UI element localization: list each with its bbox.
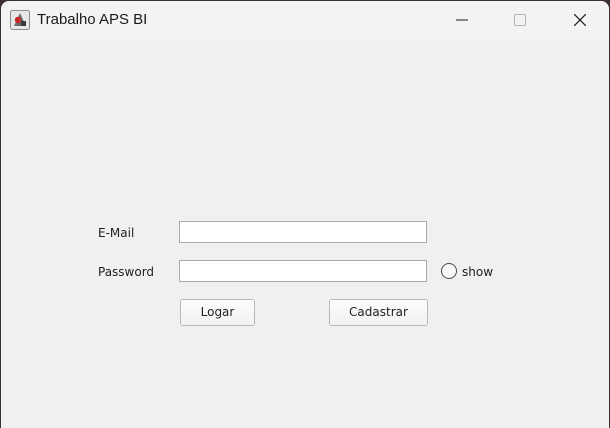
email-field[interactable] <box>179 221 427 243</box>
show-password-label[interactable]: show <box>462 265 493 279</box>
maximize-icon <box>514 14 526 26</box>
password-label: Password <box>98 265 155 279</box>
title-bar[interactable]: Trabalho APS BI <box>1 1 609 39</box>
window-title: Trabalho APS BI <box>37 11 148 28</box>
login-button[interactable]: Logar <box>180 299 255 326</box>
password-field[interactable] <box>179 260 427 282</box>
minimize-button[interactable] <box>433 1 491 39</box>
show-password-radio[interactable] <box>441 263 457 279</box>
register-button[interactable]: Cadastrar <box>329 299 428 326</box>
close-button[interactable] <box>551 1 609 39</box>
login-panel: E-Mail Password show Logar Cadastrar <box>1 39 609 428</box>
email-label: E-Mail <box>98 226 135 240</box>
minimize-icon <box>456 19 468 21</box>
close-icon <box>574 14 586 26</box>
java-app-icon <box>10 10 30 30</box>
app-window: Trabalho APS BI E-Mail Password show Log… <box>1 1 609 428</box>
maximize-button[interactable] <box>491 1 549 39</box>
